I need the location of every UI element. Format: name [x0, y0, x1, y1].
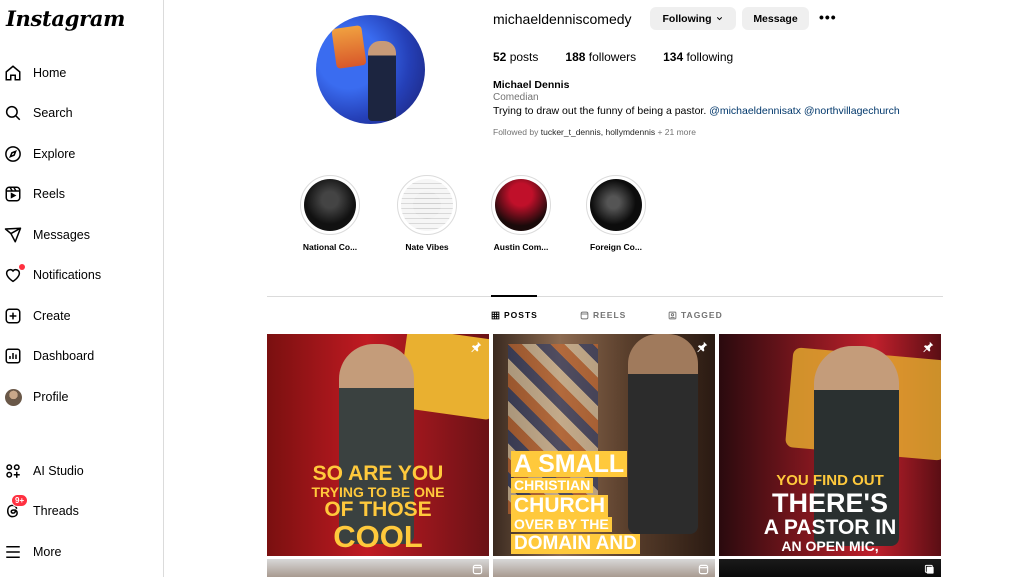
- bio-mention-link[interactable]: @michaeldennisatx: [709, 105, 801, 117]
- sidebar-item-ai-studio[interactable]: AI Studio: [4, 458, 154, 484]
- home-icon: [4, 64, 22, 82]
- highlight-label: National Co...: [302, 242, 358, 252]
- carousel-icon: [924, 564, 934, 574]
- instagram-logo[interactable]: Instagram: [6, 6, 125, 31]
- sidebar-item-label: Home: [33, 66, 67, 80]
- followed-by[interactable]: Followed by tucker_t_dennis, hollymdenni…: [493, 127, 696, 137]
- compass-icon: [4, 145, 22, 163]
- post-caption: A SMALL CHRISTIAN CHURCH OVER BY THE DOM…: [493, 451, 715, 556]
- profile-stats: 52 posts 188 followers 134 following: [493, 50, 733, 64]
- following-button[interactable]: Following: [650, 7, 736, 30]
- highlight-label: Nate Vibes: [405, 242, 449, 252]
- following-button-label: Following: [662, 12, 712, 25]
- search-icon: [4, 104, 22, 122]
- sidebar-item-profile[interactable]: Profile: [4, 384, 154, 410]
- followers-count[interactable]: 188 followers: [565, 50, 636, 64]
- post-caption: SO ARE YOU TRYING TO BE ONE OF THOSE COO…: [311, 461, 445, 555]
- sidebar-item-messages[interactable]: Messages: [4, 222, 154, 248]
- sidebar-item-label: Notifications: [33, 268, 102, 282]
- sidebar-item-dashboard[interactable]: Dashboard: [4, 343, 154, 369]
- posts-count: 52 posts: [493, 50, 539, 64]
- story-highlight[interactable]: National Co...: [290, 175, 370, 252]
- threads-icon: 9+: [4, 494, 29, 520]
- story-highlight[interactable]: Austin Com...: [481, 175, 561, 252]
- reels-icon: [4, 185, 22, 203]
- sidebar-item-notifications[interactable]: Notifications: [4, 262, 154, 288]
- profile-category: Comedian: [493, 92, 539, 103]
- post-thumbnail[interactable]: [493, 559, 715, 577]
- post-thumbnail[interactable]: [719, 559, 941, 577]
- chevron-down-icon: [716, 17, 722, 21]
- sidebar-item-label: More: [33, 545, 62, 559]
- sidebar-item-create[interactable]: Create: [4, 303, 154, 329]
- sidebar-item-label: Dashboard: [33, 349, 95, 363]
- highlight-label: Foreign Co...: [590, 242, 642, 252]
- highlight-cover: [304, 179, 356, 231]
- menu-icon: [4, 543, 22, 561]
- avatar: [4, 388, 22, 406]
- post-thumbnail[interactable]: A SMALL CHRISTIAN CHURCH OVER BY THE DOM…: [493, 334, 715, 556]
- sidebar-item-label: Search: [33, 106, 73, 120]
- sidebar-item-label: Reels: [33, 187, 65, 201]
- sidebar-item-label: Threads: [33, 504, 79, 518]
- pin-icon: [471, 341, 482, 353]
- sidebar-item-reels[interactable]: Reels: [4, 181, 154, 207]
- heart-icon: [4, 264, 25, 284]
- sidebar-item-threads[interactable]: 9+ Threads: [4, 494, 154, 524]
- profile-picture[interactable]: [316, 15, 425, 124]
- profile-picture-person: [368, 41, 396, 121]
- reel-icon: [472, 564, 483, 575]
- pin-icon: [697, 341, 708, 353]
- active-tab-indicator: [491, 295, 537, 297]
- profile-picture-sign: [331, 25, 367, 69]
- message-button-label: Message: [753, 12, 798, 25]
- story-highlight[interactable]: Nate Vibes: [387, 175, 467, 252]
- bio-text: Trying to draw out the funny of being a …: [493, 105, 707, 117]
- tabs-divider: [267, 296, 943, 297]
- highlight-label: Austin Com...: [493, 242, 549, 252]
- reels-icon: [580, 311, 589, 319]
- notification-dot: [19, 264, 25, 270]
- tab-tagged[interactable]: TAGGED: [668, 310, 723, 320]
- highlight-cover: [495, 179, 547, 231]
- post-thumbnail[interactable]: [267, 559, 489, 577]
- highlight-cover: [590, 179, 642, 231]
- profile-full-name: Michael Dennis: [493, 79, 570, 91]
- post-thumbnail[interactable]: YOU FIND OUT THERE'S A PASTOR IN AN OPEN…: [719, 334, 941, 556]
- tab-reels[interactable]: REELS: [580, 310, 626, 320]
- sidebar-item-more[interactable]: More: [4, 539, 154, 565]
- sidebar-item-label: Messages: [33, 228, 90, 242]
- sidebar-item-label: Explore: [33, 147, 76, 161]
- sidebar-item-search[interactable]: Search: [4, 100, 154, 126]
- ai-studio-icon: [4, 462, 22, 480]
- pin-icon: [923, 341, 934, 353]
- sidebar-item-home[interactable]: Home: [4, 60, 154, 86]
- sidebar-item-label: AI Studio: [33, 464, 84, 478]
- sidebar: Instagram Home Search Explore Reels Mess…: [0, 0, 164, 577]
- paper-plane-icon: [4, 226, 22, 244]
- bar-chart-icon: [4, 347, 22, 365]
- plus-square-icon: [4, 307, 22, 325]
- post-caption: YOU FIND OUT THERE'S A PASTOR IN AN OPEN…: [763, 472, 897, 555]
- story-highlight[interactable]: Foreign Co...: [576, 175, 656, 252]
- sidebar-item-explore[interactable]: Explore: [4, 141, 154, 167]
- highlight-cover: [401, 179, 453, 231]
- following-count[interactable]: 134 following: [663, 50, 733, 64]
- bio-mention-link[interactable]: @northvillagechurch: [804, 105, 900, 117]
- grid-icon: [491, 311, 500, 319]
- threads-badge: 9+: [11, 494, 29, 507]
- message-button[interactable]: Message: [742, 7, 809, 30]
- reel-icon: [698, 564, 709, 575]
- sidebar-item-label: Create: [33, 309, 71, 323]
- profile-username: michaeldenniscomedy: [493, 11, 632, 27]
- sidebar-item-label: Profile: [33, 390, 69, 404]
- more-options-icon[interactable]: •••: [819, 9, 837, 25]
- profile-bio: Trying to draw out the funny of being a …: [493, 105, 900, 117]
- tab-posts[interactable]: POSTS: [491, 310, 538, 320]
- tagged-icon: [668, 311, 677, 319]
- post-thumbnail[interactable]: SO ARE YOU TRYING TO BE ONE OF THOSE COO…: [267, 334, 489, 556]
